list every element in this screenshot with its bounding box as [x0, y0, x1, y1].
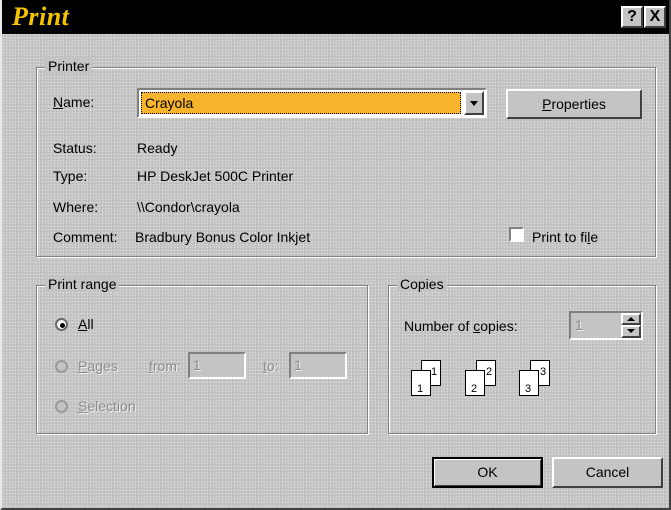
to-input[interactable]: 1 — [289, 352, 347, 379]
name-label: Name: — [53, 94, 95, 110]
print-range-group-label: Print range — [45, 276, 120, 292]
collate-page: 1 — [411, 370, 431, 396]
status-value: Ready — [137, 140, 178, 156]
where-value: \\Condor\crayola — [137, 199, 240, 215]
selection-radio[interactable] — [55, 400, 68, 413]
all-label[interactable]: All — [78, 316, 94, 332]
help-button[interactable]: ? — [621, 6, 643, 28]
pages-radio[interactable] — [55, 360, 68, 373]
ok-button[interactable]: OK — [432, 457, 543, 488]
pages-label[interactable]: Pages — [78, 358, 118, 374]
comment-label: Comment: — [53, 229, 118, 245]
copies-spinner[interactable]: 1 — [569, 311, 643, 340]
dialog-title: Print — [12, 2, 70, 31]
properties-button[interactable]: Properties — [506, 89, 642, 119]
from-label: from: — [149, 358, 181, 374]
type-label: Type: — [53, 168, 88, 184]
from-value: 1 — [193, 357, 201, 373]
from-input[interactable]: 1 — [188, 352, 246, 379]
copies-value: 1 — [575, 317, 583, 333]
printer-group-label: Printer — [45, 58, 93, 74]
cancel-button[interactable]: Cancel — [552, 457, 663, 488]
properties-label: Properties — [542, 96, 606, 112]
chevron-up-icon — [627, 317, 635, 321]
collate-icon: 1 1 2 2 3 3 — [402, 360, 562, 405]
type-value: HP DeskJet 500C Printer — [137, 168, 294, 184]
chevron-down-icon — [470, 101, 478, 106]
all-radio[interactable] — [55, 318, 68, 331]
radio-selected-dot — [60, 323, 65, 328]
spinner-up-button[interactable] — [621, 313, 641, 325]
collate-page: 2 — [465, 370, 485, 396]
close-button[interactable]: X — [644, 6, 666, 28]
spinner-down-button[interactable] — [621, 325, 641, 338]
comment-value: Bradbury Bonus Color Inkjet — [135, 229, 311, 245]
where-label: Where: — [53, 199, 99, 215]
number-of-copies-label: Number of copies: — [404, 318, 518, 334]
print-dialog: Print ? X Printer Name: Crayola Properti… — [0, 0, 671, 510]
collate-page: 3 — [519, 370, 539, 396]
title-bar[interactable]: Print ? X — [2, 0, 669, 34]
printer-dropdown-button[interactable] — [464, 91, 484, 115]
to-value: 1 — [294, 357, 302, 373]
chevron-down-icon — [627, 329, 635, 333]
print-to-file-label[interactable]: Print to file — [532, 229, 598, 245]
selection-label[interactable]: Selection — [78, 398, 136, 414]
print-to-file-checkbox[interactable] — [509, 227, 524, 242]
status-label: Status: — [53, 140, 97, 156]
printer-name-select[interactable]: Crayola — [137, 88, 487, 118]
copies-group-label: Copies — [397, 276, 447, 292]
printer-name-value: Crayola — [141, 92, 461, 114]
to-label: to: — [263, 358, 279, 374]
